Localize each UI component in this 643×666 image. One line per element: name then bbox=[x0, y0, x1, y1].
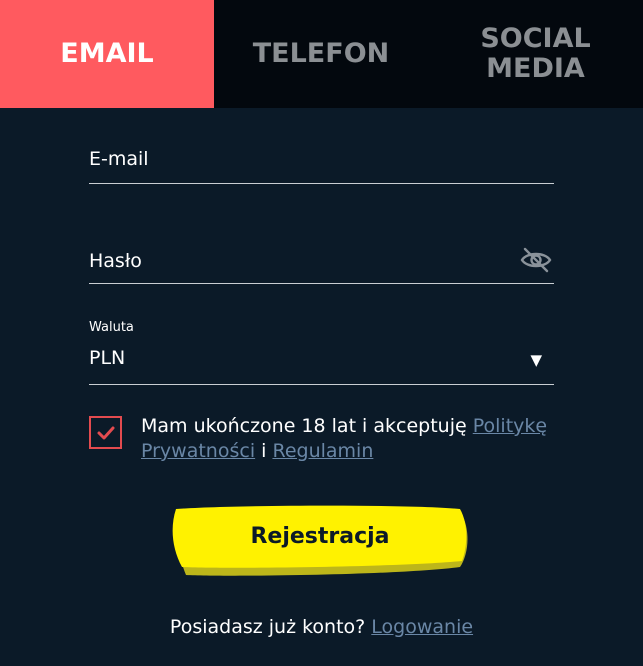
chevron-down-icon: ▼ bbox=[530, 351, 542, 369]
email-placeholder: E-mail bbox=[89, 148, 149, 170]
register-button-label: Rejestracja bbox=[250, 524, 390, 549]
login-link[interactable]: Logowanie bbox=[371, 616, 473, 638]
login-prompt-text: Posiadasz już konto? bbox=[169, 616, 372, 638]
email-field[interactable]: E-mail bbox=[89, 140, 554, 184]
age-consent-checkbox[interactable] bbox=[89, 416, 122, 449]
currency-value: PLN bbox=[89, 347, 126, 369]
currency-label: Waluta bbox=[89, 320, 134, 335]
currency-select[interactable]: Waluta PLN ▼ bbox=[89, 318, 554, 385]
eye-off-icon[interactable] bbox=[520, 246, 552, 274]
login-prompt: Posiadasz już konto? Logowanie bbox=[0, 616, 643, 638]
consent-text-before: Mam ukończone 18 lat i akceptuję bbox=[141, 415, 473, 437]
consent-conjunction: i bbox=[255, 440, 273, 462]
checkmark-icon bbox=[97, 426, 114, 439]
terms-link[interactable]: Regulamin bbox=[272, 440, 373, 462]
auth-method-tabs: EMAIL TELEFON SOCIAL MEDIA bbox=[0, 0, 643, 108]
tab-social-media[interactable]: SOCIAL MEDIA bbox=[428, 0, 643, 108]
tab-email[interactable]: EMAIL bbox=[0, 0, 214, 108]
tab-telefon[interactable]: TELEFON bbox=[214, 0, 428, 108]
password-placeholder: Hasło bbox=[89, 250, 142, 272]
register-button[interactable]: Rejestracja bbox=[170, 505, 470, 579]
password-field[interactable]: Hasło bbox=[89, 240, 554, 284]
consent-text: Mam ukończone 18 lat i akceptuję Polityk… bbox=[141, 414, 561, 464]
